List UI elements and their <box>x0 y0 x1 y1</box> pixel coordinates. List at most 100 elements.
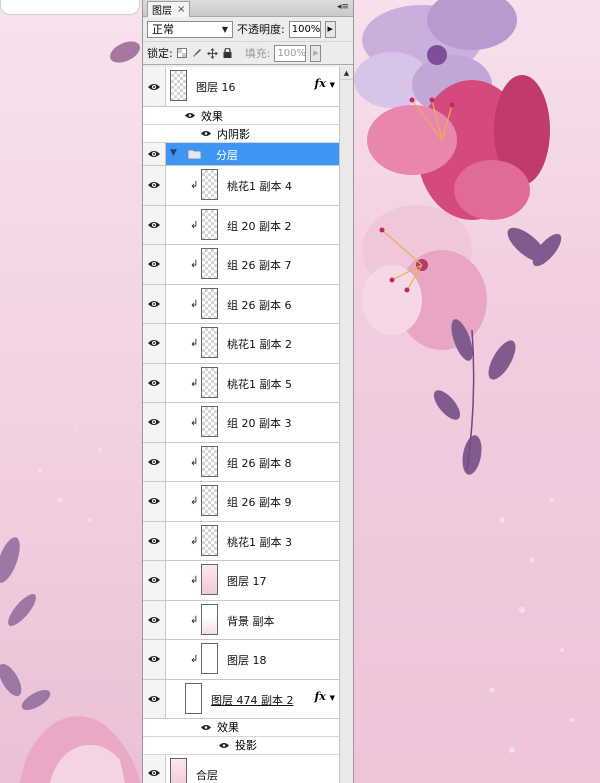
blend-mode-value: 正常 <box>152 23 174 36</box>
layer-list: 图层 16 fx ▼ 效果 内阴影 ▼ 分层 ↲ 桃花1 副本 4 ↲ 组 20 副本… <box>143 67 339 783</box>
clip-arrow-icon: ↲ <box>190 338 199 349</box>
layer-row[interactable]: ↲ 背景 副本 <box>143 600 339 640</box>
eye-icon[interactable] <box>143 363 166 402</box>
layer-row[interactable]: ↲ 组 20 副本 3 <box>143 403 339 443</box>
clip-arrow-icon: ↲ <box>190 496 199 507</box>
brush-icon[interactable] <box>192 48 203 59</box>
lock-transparent-icon[interactable] <box>177 48 188 59</box>
layer-row[interactable]: ↲ 组 26 副本 7 <box>143 245 339 285</box>
layer-thumbnail <box>201 445 218 477</box>
fill-input[interactable]: 100% <box>274 44 307 62</box>
clip-arrow-icon: ↲ <box>190 535 199 547</box>
effects-label: 效果 <box>201 109 223 123</box>
eye-icon[interactable] <box>143 205 166 244</box>
eye-icon[interactable] <box>143 67 166 106</box>
layer-group-row[interactable]: ▼ 分层 <box>143 143 339 166</box>
layer-thumbnail <box>201 406 218 437</box>
layer-thumbnail <box>201 603 218 635</box>
group-children: ↲ 桃花1 副本 4 ↲ 组 20 副本 2 ↲ 组 26 副本 7 ↲ 组 26 副本 6 ↲… <box>143 166 339 680</box>
flower-decoration-left <box>0 41 140 783</box>
layer-row[interactable]: ↲ 图层 18 <box>143 640 339 680</box>
layer-name: 桃花1 副本 3 <box>227 535 292 549</box>
opacity-label: 不透明度: <box>237 23 285 36</box>
fx-icon[interactable]: fx ▼ <box>314 77 335 90</box>
clip-arrow-icon: ↲ <box>190 614 199 626</box>
panel-menu-icon[interactable]: ◂≡ <box>337 2 349 12</box>
layer-row[interactable]: ↲ 桃花1 副本 2 <box>143 324 339 364</box>
eye-icon[interactable] <box>201 724 211 731</box>
layer-name: 背景 副本 <box>227 614 275 628</box>
layer-row[interactable]: ↲ 组 26 副本 6 <box>143 284 339 324</box>
layer-list-scrollbar[interactable]: ▲ <box>339 67 353 783</box>
eye-icon[interactable] <box>143 245 166 284</box>
layer-row[interactable]: 图层 16 fx ▼ <box>143 67 339 107</box>
clip-arrow-icon: ↲ <box>190 219 199 231</box>
canvas-right <box>352 0 600 783</box>
eye-icon[interactable] <box>143 521 166 560</box>
close-icon[interactable]: × <box>177 4 185 15</box>
layer-row[interactable]: ↲ 桃花1 副本 4 <box>143 166 339 206</box>
eye-icon[interactable] <box>143 166 166 205</box>
layer-name: 合层 <box>196 768 218 782</box>
opacity-slider-button[interactable]: ▶ <box>324 20 336 38</box>
clip-arrow-icon: ↲ <box>190 180 199 191</box>
blend-mode-select[interactable]: 正常 ▼ <box>147 20 233 38</box>
layer-row[interactable]: ↲ 图层 17 <box>143 561 339 601</box>
eye-icon[interactable] <box>143 143 166 165</box>
layer-thumbnail <box>201 248 218 279</box>
fx-icon[interactable]: fx ▼ <box>314 690 335 703</box>
effect-row[interactable]: 投影 <box>143 737 339 755</box>
clip-arrow-icon: ↲ <box>190 259 199 270</box>
layer-row[interactable]: ↲ 组 20 副本 2 <box>143 205 339 245</box>
layer-thumbnail <box>170 757 187 783</box>
layer-thumbnail <box>201 366 218 398</box>
eye-icon[interactable] <box>143 403 166 442</box>
layer-thumbnail <box>201 643 218 674</box>
eye-icon[interactable] <box>219 742 229 749</box>
eye-icon[interactable] <box>143 600 166 639</box>
clip-arrow-icon: ↲ <box>190 654 199 665</box>
layer-row[interactable]: ↲ 桃花1 副本 3 <box>143 521 339 561</box>
layer-row[interactable]: ↲ 组 26 副本 8 <box>143 442 339 482</box>
layer-thumbnail <box>201 524 218 556</box>
layer-name: 图层 17 <box>227 575 267 588</box>
document-tab[interactable] <box>0 0 140 15</box>
layer-thumbnail <box>201 564 218 595</box>
eye-icon[interactable] <box>201 130 211 137</box>
eye-icon[interactable] <box>143 679 166 718</box>
expand-triangle-icon[interactable]: ▼ <box>170 148 177 158</box>
clip-arrow-icon: ↲ <box>190 417 199 428</box>
opacity-input[interactable]: 100% <box>288 20 321 38</box>
layer-name: 组 20 副本 3 <box>227 417 292 430</box>
eye-icon[interactable] <box>143 442 166 481</box>
effects-row[interactable]: 效果 <box>143 719 339 737</box>
eye-icon[interactable] <box>143 754 166 783</box>
layer-thumbnail <box>185 682 202 714</box>
layer-row[interactable]: ↲ 组 26 副本 9 <box>143 482 339 522</box>
move-icon[interactable] <box>206 47 218 59</box>
blend-row: 正常 ▼ 不透明度: 100% ▶ <box>143 17 353 42</box>
effect-name: 内阴影 <box>217 127 250 141</box>
eye-icon[interactable] <box>143 284 166 323</box>
fill-slider-button[interactable]: ▶ <box>310 44 322 62</box>
effect-row[interactable]: 内阴影 <box>143 125 339 143</box>
clip-arrow-icon: ↲ <box>190 298 199 310</box>
fill-label: 填充: <box>244 47 271 60</box>
eye-icon[interactable] <box>143 561 166 600</box>
eye-icon[interactable] <box>143 482 166 521</box>
eye-icon[interactable] <box>143 640 166 679</box>
eye-icon[interactable] <box>143 324 166 363</box>
layer-row[interactable]: 合层 <box>143 754 339 783</box>
layer-row[interactable]: ↲ 桃花1 副本 5 <box>143 363 339 403</box>
eye-icon[interactable] <box>185 112 195 119</box>
layer-thumbnail <box>201 485 218 516</box>
lock-label: 锁定: <box>147 47 173 60</box>
effects-row[interactable]: 效果 <box>143 107 339 125</box>
clip-arrow-icon: ↲ <box>190 575 199 586</box>
scroll-up-icon[interactable]: ▲ <box>340 67 353 80</box>
layer-row[interactable]: 图层 474 副本 2 fx ▼ <box>143 679 339 719</box>
tab-layers[interactable]: 图层 × <box>147 1 191 17</box>
flower-decoration-right <box>354 0 574 753</box>
lock-icon[interactable] <box>222 48 233 59</box>
panel-tabbar: 图层 × ◂≡ <box>143 0 353 17</box>
